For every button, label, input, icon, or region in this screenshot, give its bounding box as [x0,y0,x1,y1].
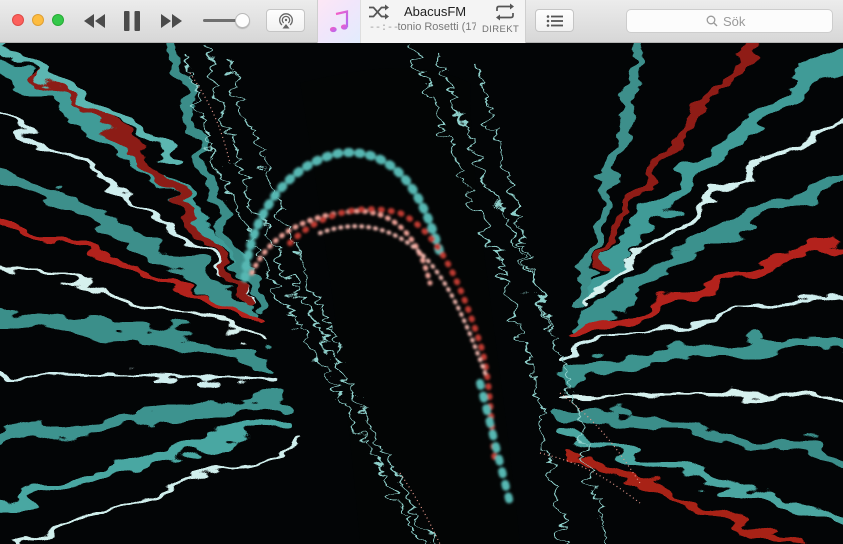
music-app-window: AbacusFM --:-- Antonio Rosetti (17 DIREK… [0,0,843,544]
search-icon [706,15,718,27]
artist-text-clip: Antonio Rosetti (17 [398,21,476,33]
up-next-list-button[interactable] [535,9,574,32]
volume-slider-knob[interactable] [235,13,250,28]
list-icon [546,14,563,27]
now-playing-display[interactable]: AbacusFM --:-- Antonio Rosetti (17 DIREK… [317,0,526,43]
shuffle-icon [369,4,389,20]
repeat-icon [496,3,514,21]
station-name: AbacusFM [404,4,467,19]
search-field[interactable] [626,9,833,33]
toolbar: AbacusFM --:-- Antonio Rosetti (17 DIREK… [0,0,843,43]
pause-icon [124,11,140,31]
close-icon[interactable] [12,14,24,26]
search-input[interactable] [723,13,753,29]
rewind-button[interactable] [82,11,108,31]
elapsed-time: --:-- [369,23,400,34]
visualizer-graphic [0,43,843,544]
pause-button[interactable] [121,9,143,33]
airplay-icon [278,12,293,28]
minimize-icon[interactable] [32,14,44,26]
zoom-icon[interactable] [52,14,64,26]
music-visualizer [0,43,843,544]
fast-forward-icon [161,14,182,28]
artist-text: Antonio Rosetti (17 [398,21,476,33]
live-status-label: DIREKT [482,24,520,35]
shuffle-button[interactable] [368,4,390,20]
music-note-icon [329,9,349,32]
music-app-tile[interactable] [318,0,361,43]
repeat-button[interactable] [494,3,516,21]
rewind-icon [84,14,105,28]
airplay-button[interactable] [266,9,305,32]
fast-forward-button[interactable] [158,11,184,31]
